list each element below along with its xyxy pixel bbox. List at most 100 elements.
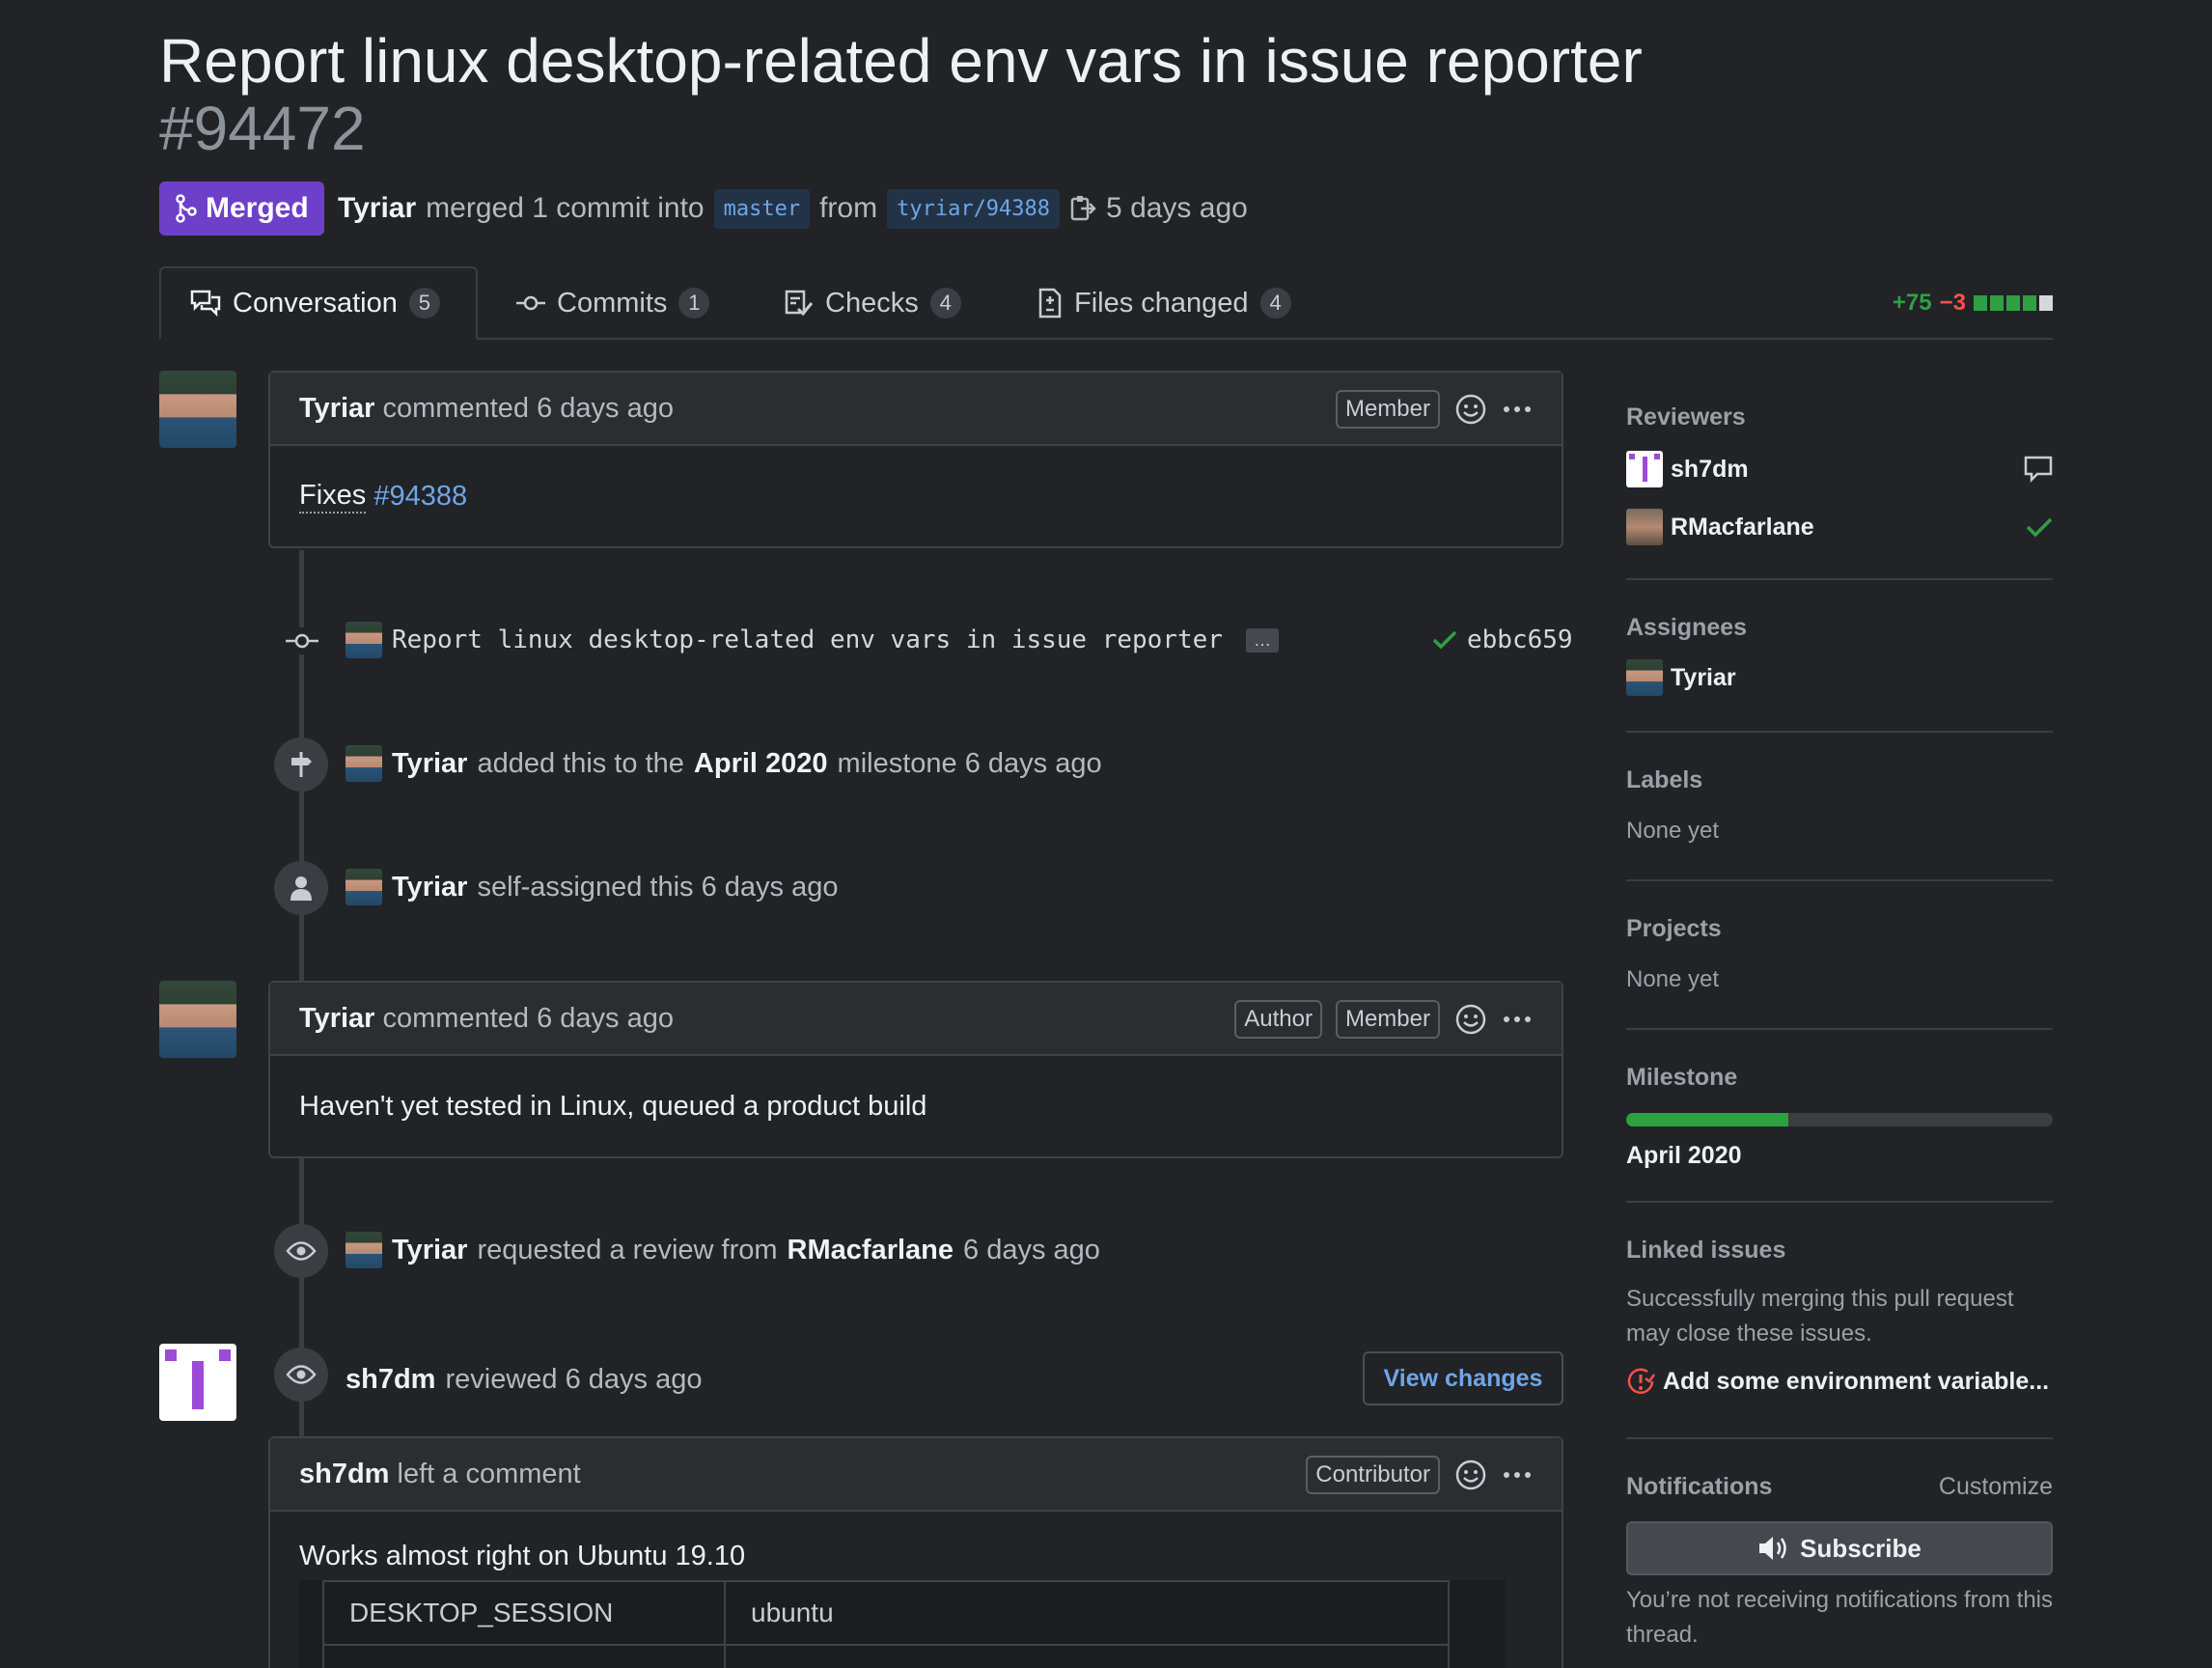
comment-action: commented 6 days ago xyxy=(382,392,674,424)
merged-time: 5 days ago xyxy=(1106,192,1248,224)
comment-body: Haven't yet tested in Linux, queued a pr… xyxy=(270,1056,1562,1156)
tab-files-label: Files changed xyxy=(1074,287,1249,319)
assignee-row: Tyriar xyxy=(1626,657,2053,698)
smiley-icon[interactable] xyxy=(1453,392,1488,427)
kebab-horizontal-icon[interactable] xyxy=(1502,404,1533,414)
comment-author[interactable]: sh7dm xyxy=(299,1459,389,1490)
event-actor[interactable]: Tyriar xyxy=(392,1235,467,1266)
avatar[interactable] xyxy=(159,981,236,1058)
commit-message[interactable]: Report linux desktop-related env vars in… xyxy=(392,626,1223,654)
diff-bar xyxy=(1974,295,2053,311)
subscribe-button[interactable]: Subscribe xyxy=(1626,1521,2053,1575)
pr-number: #94472 xyxy=(159,94,366,163)
subscribe-label: Subscribe xyxy=(1800,1533,1922,1563)
reviewer-name[interactable]: RMacfarlane xyxy=(1671,514,1814,542)
event-actor[interactable]: Tyriar xyxy=(392,872,467,904)
issue-link[interactable]: #94388 xyxy=(373,481,467,513)
smiley-icon[interactable] xyxy=(1453,1458,1488,1492)
review-event-icon xyxy=(274,1348,328,1402)
labels-title[interactable]: Labels xyxy=(1626,766,2053,794)
merged-badge: Merged xyxy=(159,181,324,236)
kebab-horizontal-icon[interactable] xyxy=(1502,1015,1533,1024)
avatar[interactable] xyxy=(346,1232,382,1268)
eye-icon xyxy=(286,1365,317,1384)
avatar-rmacfarlane[interactable] xyxy=(1626,509,1663,545)
comment-box: Tyriar commented 6 days ago Member Fixes… xyxy=(268,371,1563,548)
pr-tabs: Conversation 5 Commits 1 Checks 4 Files … xyxy=(159,266,2053,340)
reviewer-row: sh7dm xyxy=(1626,449,2053,489)
commit-expand-button[interactable]: … xyxy=(1245,627,1279,653)
customize-link[interactable]: Customize xyxy=(1939,1473,2053,1501)
avatar[interactable] xyxy=(346,622,382,658)
member-badge: Member xyxy=(1335,390,1440,429)
check-icon[interactable] xyxy=(1432,629,1457,651)
commit-row: Report linux desktop-related env vars in… xyxy=(346,618,1279,662)
comment-box: Tyriar commented 6 days ago Author Membe… xyxy=(268,981,1563,1158)
check-icon xyxy=(2026,517,2053,538)
head-branch[interactable]: tyriar/94388 xyxy=(887,188,1061,229)
tab-checks-label: Checks xyxy=(825,287,919,319)
milestone-progress-fill xyxy=(1626,1113,1788,1126)
comment-author[interactable]: Tyriar xyxy=(299,393,374,425)
projects-title[interactable]: Projects xyxy=(1626,915,2053,943)
person-icon xyxy=(290,876,312,901)
diffstat-block xyxy=(2039,295,2053,311)
env-table-wrapper: DESKTOP_SESSION ubuntu xyxy=(299,1580,1506,1668)
copy-icon[interactable] xyxy=(1069,194,1096,223)
merged-text: merged 1 commit into xyxy=(426,192,705,224)
avatar[interactable] xyxy=(346,869,382,905)
milestone-icon xyxy=(291,752,312,777)
smiley-icon[interactable] xyxy=(1453,1002,1488,1037)
milestone-name[interactable]: April 2020 xyxy=(1626,1142,2053,1170)
tab-conversation[interactable]: Conversation 5 xyxy=(159,266,478,340)
tab-commits[interactable]: Commits 1 xyxy=(516,266,710,340)
labels-value: None yet xyxy=(1626,818,1720,844)
assign-event: Tyriar self-assigned this 6 days ago xyxy=(346,865,838,909)
event-text-2: milestone 6 days ago xyxy=(837,747,1102,779)
commit-sha[interactable]: ebbc659 xyxy=(1467,626,1573,654)
base-branch[interactable]: master xyxy=(713,188,811,229)
tab-files-changed[interactable]: Files changed 4 xyxy=(1037,266,1291,340)
event-text: requested a review from xyxy=(477,1234,778,1265)
table-row xyxy=(322,1644,1450,1668)
milestone-link[interactable]: April 2020 xyxy=(694,748,828,780)
avatar-sh7dm[interactable] xyxy=(1626,451,1663,487)
diffstat-block xyxy=(2023,295,2036,311)
review-request-event-icon xyxy=(274,1224,328,1278)
avatar[interactable] xyxy=(1626,659,1663,696)
member-badge: Member xyxy=(1335,1000,1440,1039)
assignee-name[interactable]: Tyriar xyxy=(1671,664,1736,692)
avatar[interactable] xyxy=(159,371,236,448)
reviewer-name[interactable]: sh7dm xyxy=(1671,456,1749,484)
tab-checks[interactable]: Checks 4 xyxy=(785,266,961,340)
comment-author[interactable]: Tyriar xyxy=(299,1003,374,1035)
linked-issue-link[interactable]: Add some environment variable... xyxy=(1663,1368,2049,1396)
divider xyxy=(1626,731,2053,733)
merge-icon xyxy=(176,194,197,223)
kebab-horizontal-icon[interactable] xyxy=(1502,1470,1533,1480)
milestone-event: Tyriar added this to the April 2020 mile… xyxy=(346,741,1102,786)
event-actor[interactable]: sh7dm xyxy=(346,1364,435,1396)
milestone-title[interactable]: Milestone xyxy=(1626,1064,2053,1092)
view-changes-button[interactable]: View changes xyxy=(1363,1351,1563,1405)
divider xyxy=(1626,1437,2053,1439)
comment-action: left a comment xyxy=(397,1458,581,1489)
review-comment-box: sh7dm left a comment Contributor Works a… xyxy=(268,1436,1563,1668)
comment-icon xyxy=(2024,456,2053,483)
event-actor[interactable]: Tyriar xyxy=(392,748,467,780)
diffstat-block xyxy=(2006,295,2020,311)
review-event: sh7dm reviewed 6 days ago xyxy=(346,1357,702,1402)
diffstat-block xyxy=(1974,295,1987,311)
assignees-title[interactable]: Assignees xyxy=(1626,614,2053,642)
avatar[interactable] xyxy=(346,745,382,782)
milestone-progress-bar xyxy=(1626,1113,2053,1126)
reviewers-title[interactable]: Reviewers xyxy=(1626,403,2053,431)
avatar-sh7dm[interactable] xyxy=(159,1344,236,1421)
diffstat: +75 −3 xyxy=(1893,290,2053,317)
reviewer-link[interactable]: RMacfarlane xyxy=(788,1235,954,1266)
linked-issues-section: Linked issues Successfully merging this … xyxy=(1626,1237,2053,1396)
pr-author-link[interactable]: Tyriar xyxy=(338,192,416,225)
comment-action: commented 6 days ago xyxy=(382,1002,674,1034)
notifications-description: You’re not receiving notifications from … xyxy=(1626,1587,2054,1648)
milestone-event-icon xyxy=(274,737,328,792)
